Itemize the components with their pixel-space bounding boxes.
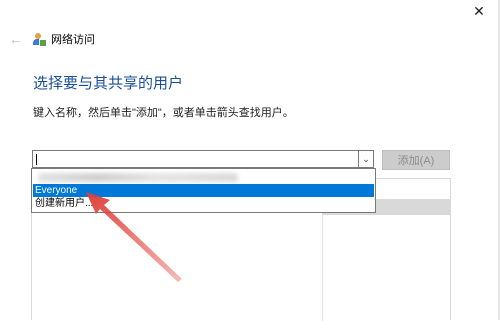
network-sharing-icon bbox=[33, 33, 47, 47]
window-title: 网络访问 bbox=[51, 34, 95, 46]
blurred-entry bbox=[38, 173, 238, 182]
instruction-text: 键入名称，然后单击"添加"，或者单击箭头查找用户。 bbox=[33, 107, 294, 119]
page-title: 选择要与其共享的用户 bbox=[33, 75, 184, 92]
user-dropdown-list[interactable]: Everyone 创建新用户... bbox=[31, 168, 376, 213]
close-button[interactable]: ✕ bbox=[466, 0, 492, 22]
dropdown-item-everyone[interactable]: Everyone bbox=[33, 184, 374, 197]
title-bar: ← 网络访问 bbox=[7, 30, 95, 48]
add-button[interactable]: 添加(A) bbox=[382, 150, 450, 170]
back-button[interactable]: ← bbox=[7, 30, 25, 48]
back-arrow-icon: ← bbox=[9, 31, 23, 47]
user-name-input[interactable]: ⌄ bbox=[32, 150, 374, 168]
close-icon: ✕ bbox=[473, 2, 485, 19]
chevron-down-icon: ⌄ bbox=[362, 153, 370, 164]
dropdown-item-create-user[interactable]: 创建新用户... bbox=[33, 197, 374, 210]
dropdown-toggle-button[interactable]: ⌄ bbox=[358, 151, 373, 167]
text-cursor bbox=[36, 154, 37, 165]
